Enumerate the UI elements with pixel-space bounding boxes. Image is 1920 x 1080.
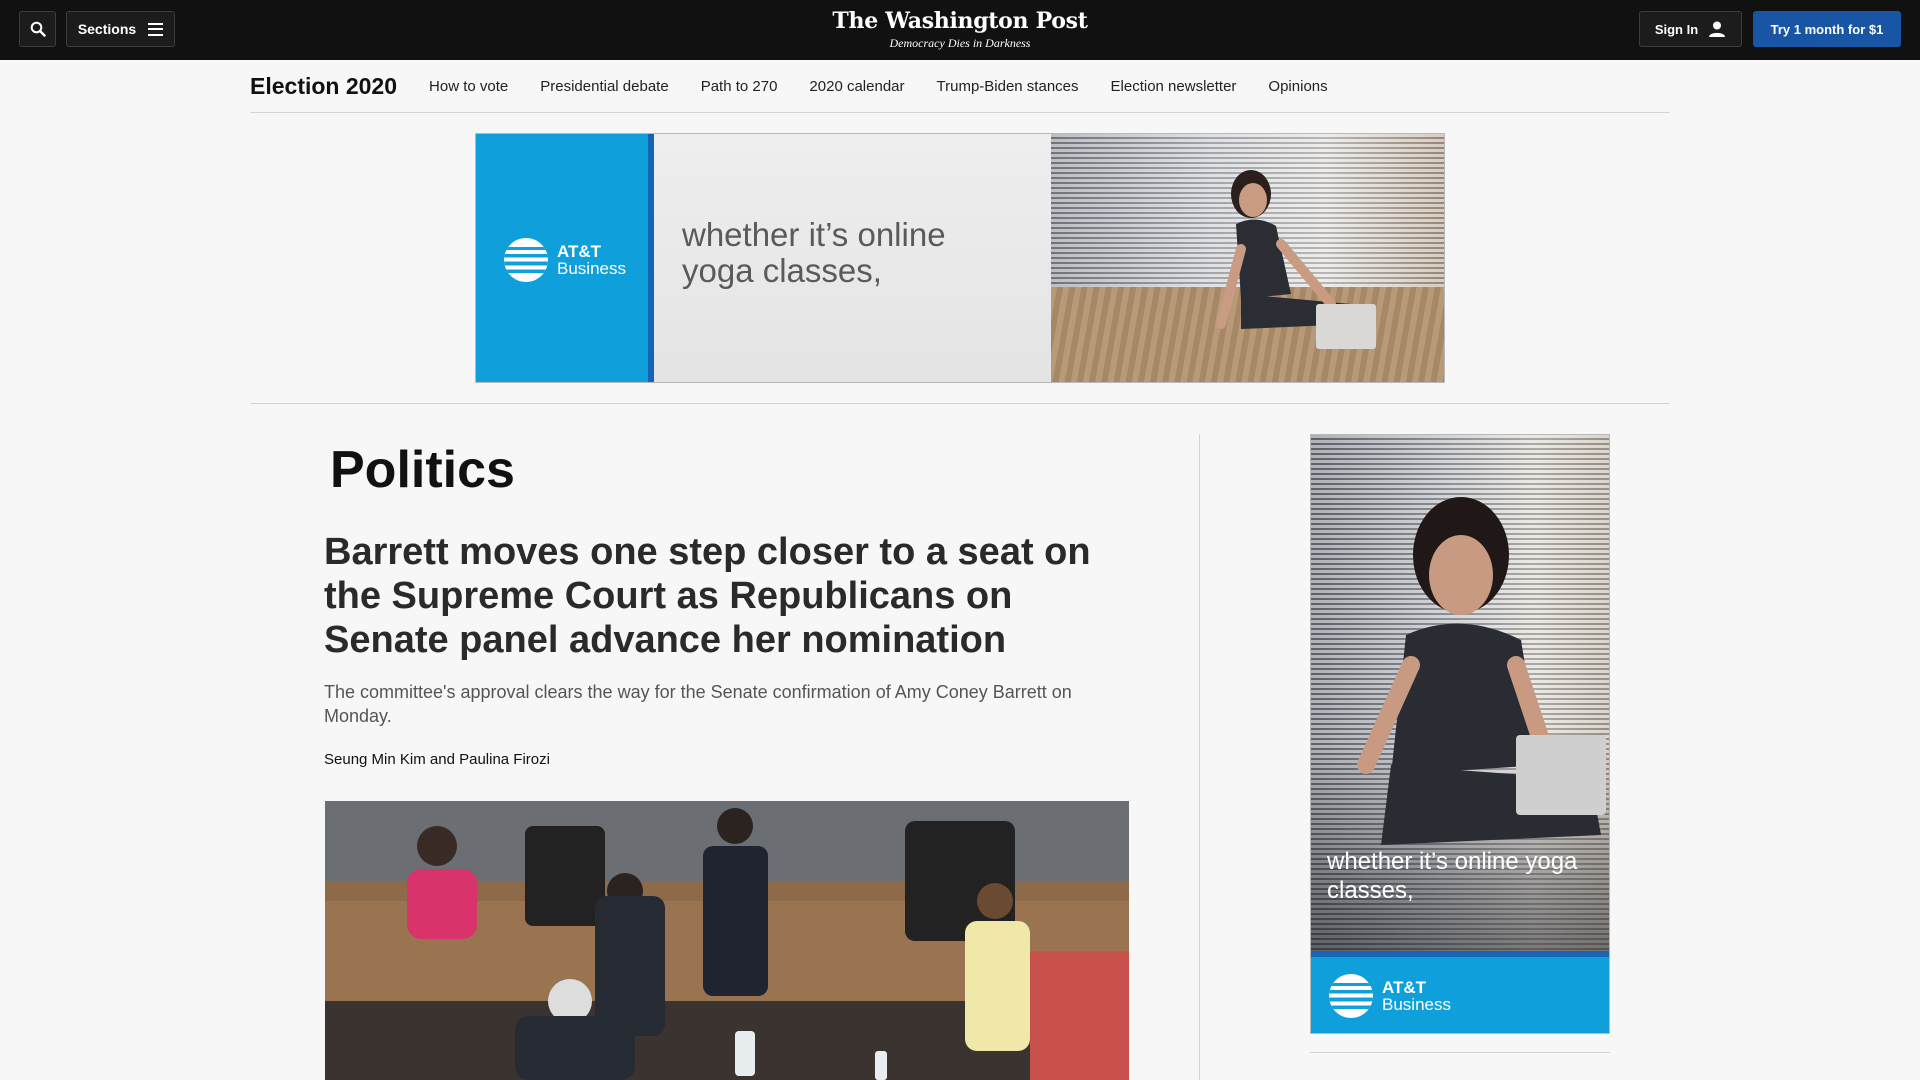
column-divider — [1199, 434, 1200, 1080]
search-icon — [30, 21, 46, 37]
nav-link-election-newsletter[interactable]: Election newsletter — [1111, 78, 1237, 95]
sidebar-ad-copy: whether it’s online yoga classes, — [1327, 848, 1578, 904]
nav-link-path-to-270[interactable]: Path to 270 — [701, 78, 778, 95]
ad-brand-line1: AT&T — [557, 241, 602, 261]
ad-photo — [1051, 134, 1444, 382]
rail-divider — [1310, 1052, 1610, 1053]
att-business-logo: AT&T Business — [504, 238, 626, 282]
sign-in-label: Sign In — [1654, 21, 1699, 37]
top-bar: Sections The Washington Post Democracy D… — [0, 0, 1920, 60]
site-tagline: Democracy Dies in Darkness — [889, 36, 1031, 50]
nav-link-opinions[interactable]: Opinions — [1268, 78, 1327, 95]
sidebar-ad-brand-line2: Business — [1382, 994, 1451, 1014]
site-logo[interactable]: The Washington Post — [810, 6, 1110, 36]
election-nav-title[interactable]: Election 2020 — [250, 73, 397, 100]
article-dek: The committee's approval clears the way … — [324, 682, 1072, 726]
author-link[interactable]: Seung Min Kim — [324, 751, 426, 768]
user-icon — [1709, 21, 1726, 37]
yoga-person-image — [1216, 170, 1376, 349]
sign-in-button[interactable]: Sign In — [1639, 11, 1742, 47]
author-link[interactable]: Paulina Firozi — [459, 751, 550, 768]
leaderboard-ad[interactable]: AT&T Business whether it’s online yoga c… — [475, 133, 1445, 383]
nav-link-how-to-vote[interactable]: How to vote — [429, 78, 508, 95]
subscribe-label: Try 1 month for $1 — [1770, 21, 1884, 37]
byline: Seung Min Kim and Paulina Firozi — [324, 751, 550, 768]
att-business-logo: AT&T Business — [1329, 974, 1451, 1018]
section-title[interactable]: Politics — [330, 440, 515, 500]
ad-copy: whether it’s online yoga classes, — [682, 216, 946, 289]
ad-brand-line2: Business — [557, 258, 626, 278]
article-headline[interactable]: Barrett moves one step closer to a seat … — [324, 530, 1124, 662]
nav-link-trump-biden-stances[interactable]: Trump-Biden stances — [937, 78, 1079, 95]
sidebar-ad-brand-line1: AT&T — [1382, 977, 1427, 997]
nav-link-presidential-debate[interactable]: Presidential debate — [540, 78, 668, 95]
att-globe-icon — [1329, 974, 1373, 1018]
article-hero-image[interactable] — [325, 801, 1129, 1080]
nav-link-2020-calendar[interactable]: 2020 calendar — [809, 78, 904, 95]
byline-joiner: and — [429, 751, 455, 768]
masthead[interactable]: The Washington Post Democracy Dies in Da… — [810, 6, 1110, 50]
sidebar-ad[interactable]: whether it’s online yoga classes, AT&T B… — [1310, 434, 1610, 1034]
att-globe-icon — [504, 238, 548, 282]
subscribe-button[interactable]: Try 1 month for $1 — [1753, 11, 1901, 47]
search-button[interactable] — [19, 11, 56, 47]
section-divider — [250, 403, 1670, 404]
election-nav: Election 2020 How to vote Presidential d… — [250, 60, 1670, 113]
sections-label: Sections — [77, 21, 137, 37]
sections-button[interactable]: Sections — [66, 11, 175, 47]
hamburger-icon — [148, 22, 164, 36]
